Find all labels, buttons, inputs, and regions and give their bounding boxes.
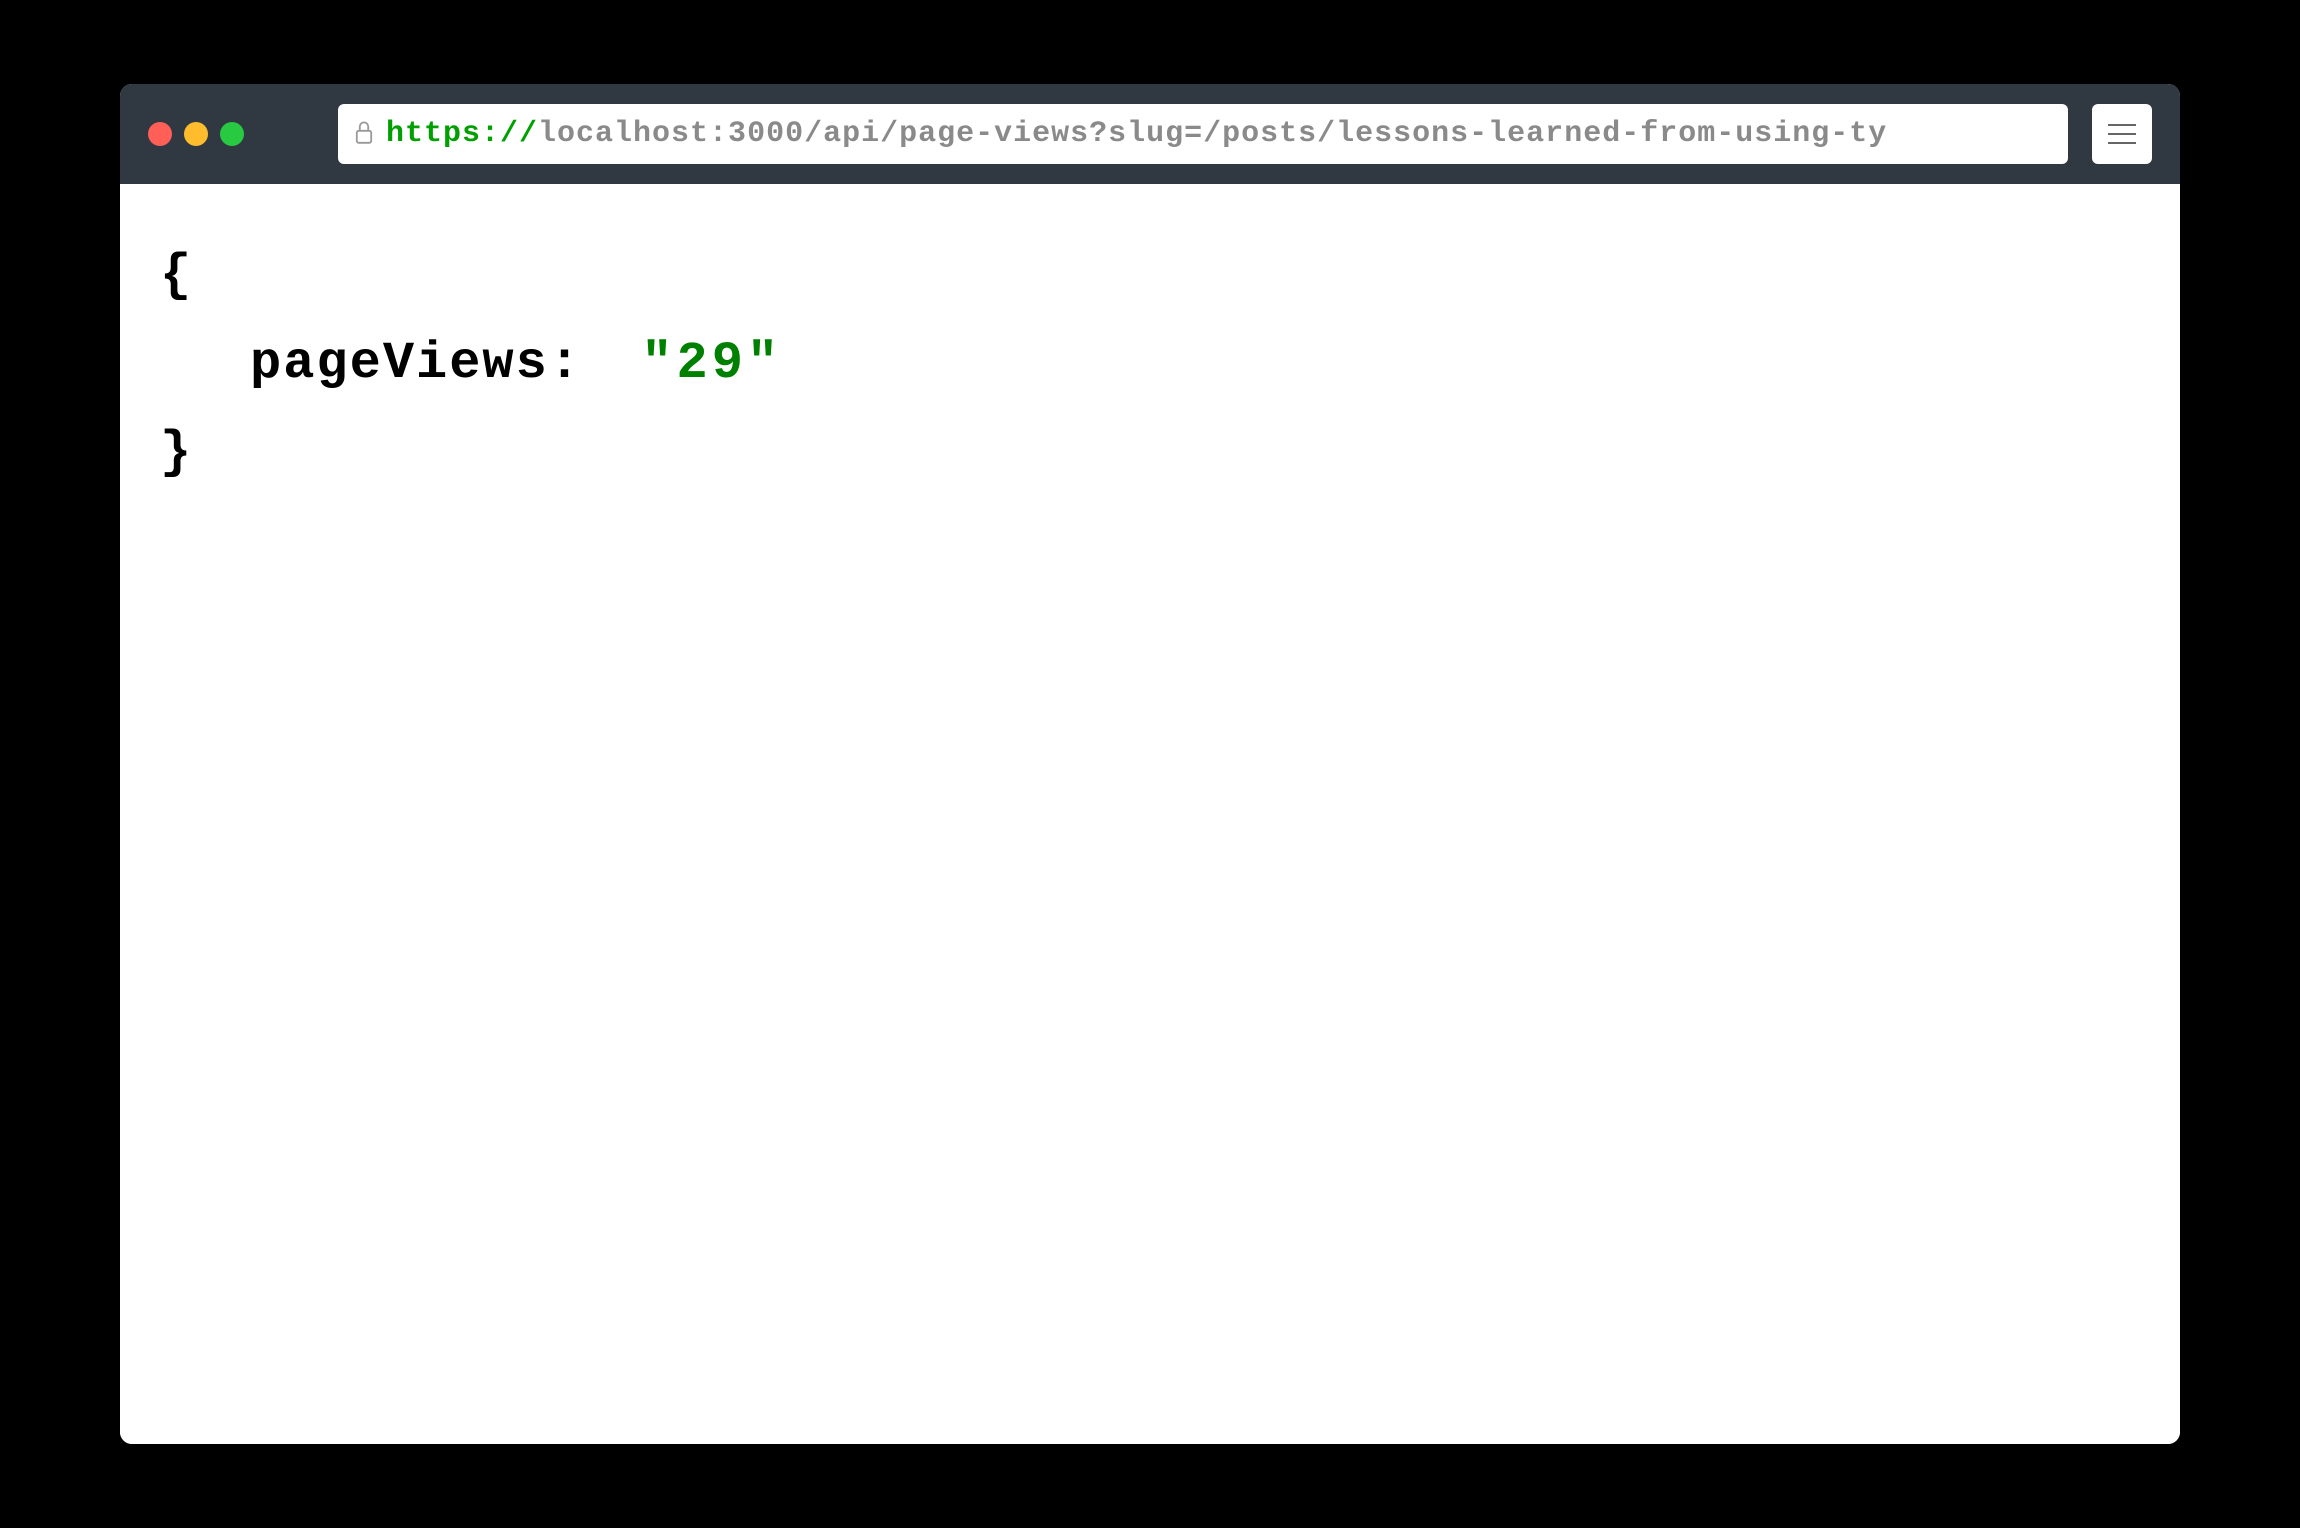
json-open-brace: {	[160, 232, 2140, 320]
json-value-pageviews: "29"	[641, 334, 782, 393]
hamburger-icon	[2108, 124, 2136, 144]
minimize-window-button[interactable]	[184, 122, 208, 146]
browser-window: https://localhost:3000/api/page-views?sl…	[120, 84, 2180, 1444]
url-protocol: https://	[386, 117, 538, 151]
url-path: localhost:3000/api/page-views?slug=/post…	[538, 117, 1887, 151]
maximize-window-button[interactable]	[220, 122, 244, 146]
json-response: { pageViews: "29" }	[160, 232, 2140, 497]
json-close-brace: }	[160, 409, 2140, 497]
close-window-button[interactable]	[148, 122, 172, 146]
menu-button[interactable]	[2092, 104, 2152, 164]
address-bar[interactable]: https://localhost:3000/api/page-views?sl…	[338, 104, 2068, 164]
browser-toolbar: https://localhost:3000/api/page-views?sl…	[120, 84, 2180, 184]
url-text: https://localhost:3000/api/page-views?sl…	[386, 117, 1887, 151]
lock-icon	[354, 120, 374, 149]
browser-content: { pageViews: "29" }	[120, 184, 2180, 1444]
json-key-pageviews: pageViews:	[250, 334, 582, 393]
traffic-lights	[148, 122, 244, 146]
json-property-line: pageViews: "29"	[160, 320, 2140, 408]
